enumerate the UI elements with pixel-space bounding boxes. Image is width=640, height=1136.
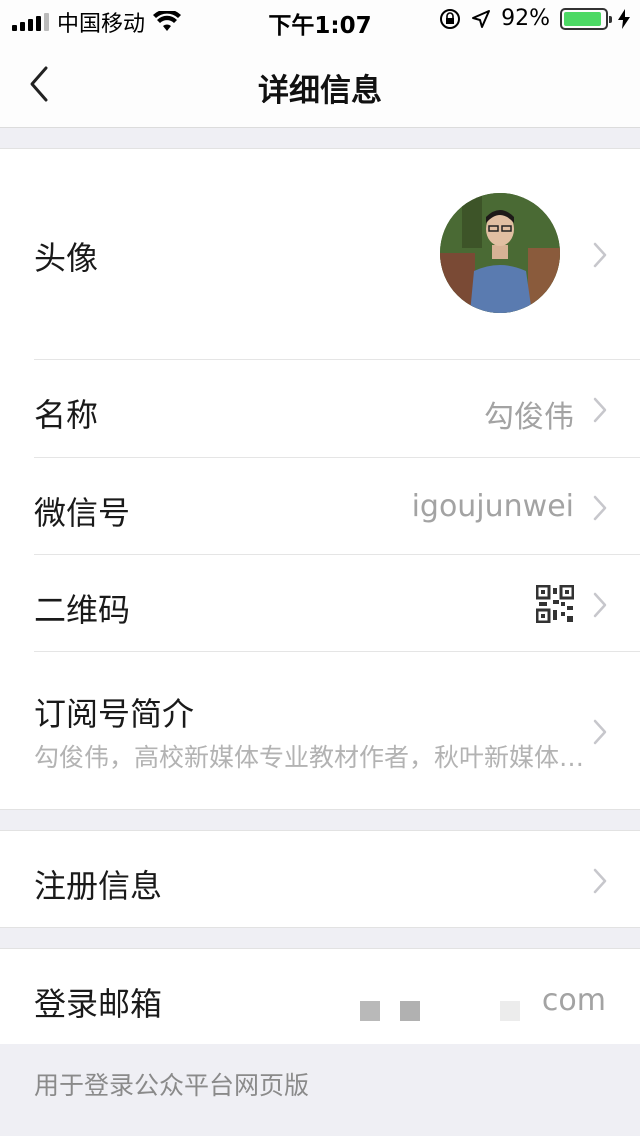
register-row[interactable]: 注册信息 xyxy=(0,831,640,927)
avatar-row[interactable]: 头像 xyxy=(0,149,640,359)
wechat-id-row[interactable]: 微信号 igoujunwei xyxy=(0,458,640,554)
register-group: 注册信息 xyxy=(0,830,640,928)
status-bar: 中国移动 下午1:07 92% xyxy=(0,0,640,40)
redaction-mark xyxy=(400,1001,420,1021)
qrcode-icon xyxy=(536,585,574,623)
battery-level xyxy=(564,11,601,26)
name-row[interactable]: 名称 勾俊伟 xyxy=(0,360,640,457)
email-row: 登录邮箱 com xyxy=(0,949,640,1045)
name-label: 名称 xyxy=(34,396,99,434)
register-label: 注册信息 xyxy=(34,867,163,905)
redaction-mark xyxy=(360,1001,380,1021)
chevron-right-icon xyxy=(592,591,608,619)
avatar-label: 头像 xyxy=(34,239,99,277)
intro-label: 订阅号简介 xyxy=(34,695,195,733)
avatar xyxy=(440,193,560,313)
wechat-id-label: 微信号 xyxy=(34,494,131,532)
avatar-photo xyxy=(440,193,560,313)
battery-icon xyxy=(560,7,612,30)
intro-value: 勾俊伟，高校新媒体专业教材作者，秋叶新媒体… xyxy=(34,743,585,772)
chevron-right-icon xyxy=(592,396,608,424)
email-label: 登录邮箱 xyxy=(34,985,163,1023)
chevron-right-icon xyxy=(592,494,608,522)
chevron-right-icon xyxy=(592,867,608,895)
chevron-right-icon xyxy=(592,718,608,746)
email-hint: 用于登录公众平台网页版 xyxy=(34,1071,310,1100)
intro-row[interactable]: 订阅号简介 勾俊伟，高校新媒体专业教材作者，秋叶新媒体… xyxy=(0,652,640,811)
redaction-mark xyxy=(500,1001,520,1021)
location-arrow-icon xyxy=(472,9,491,28)
page-title: 详细信息 xyxy=(258,73,382,109)
orientation-lock-icon xyxy=(440,8,461,29)
profile-group: 头像 名称 勾俊伟 微信号 igoujunwei 二维码 订阅号简介 勾俊伟，高… xyxy=(0,148,640,810)
qrcode-label: 二维码 xyxy=(34,591,131,629)
qrcode-row[interactable]: 二维码 xyxy=(0,555,640,651)
battery-percent: 92% xyxy=(501,6,550,31)
nav-bar: 详细信息 xyxy=(0,40,640,128)
status-right: 92% xyxy=(439,6,630,31)
charging-bolt-icon xyxy=(618,8,630,29)
email-value: com xyxy=(541,983,606,1018)
email-group: 登录邮箱 com xyxy=(0,948,640,1044)
name-value: 勾俊伟 xyxy=(484,400,574,435)
wechat-id-value: igoujunwei xyxy=(411,489,574,524)
chevron-right-icon xyxy=(592,241,608,269)
